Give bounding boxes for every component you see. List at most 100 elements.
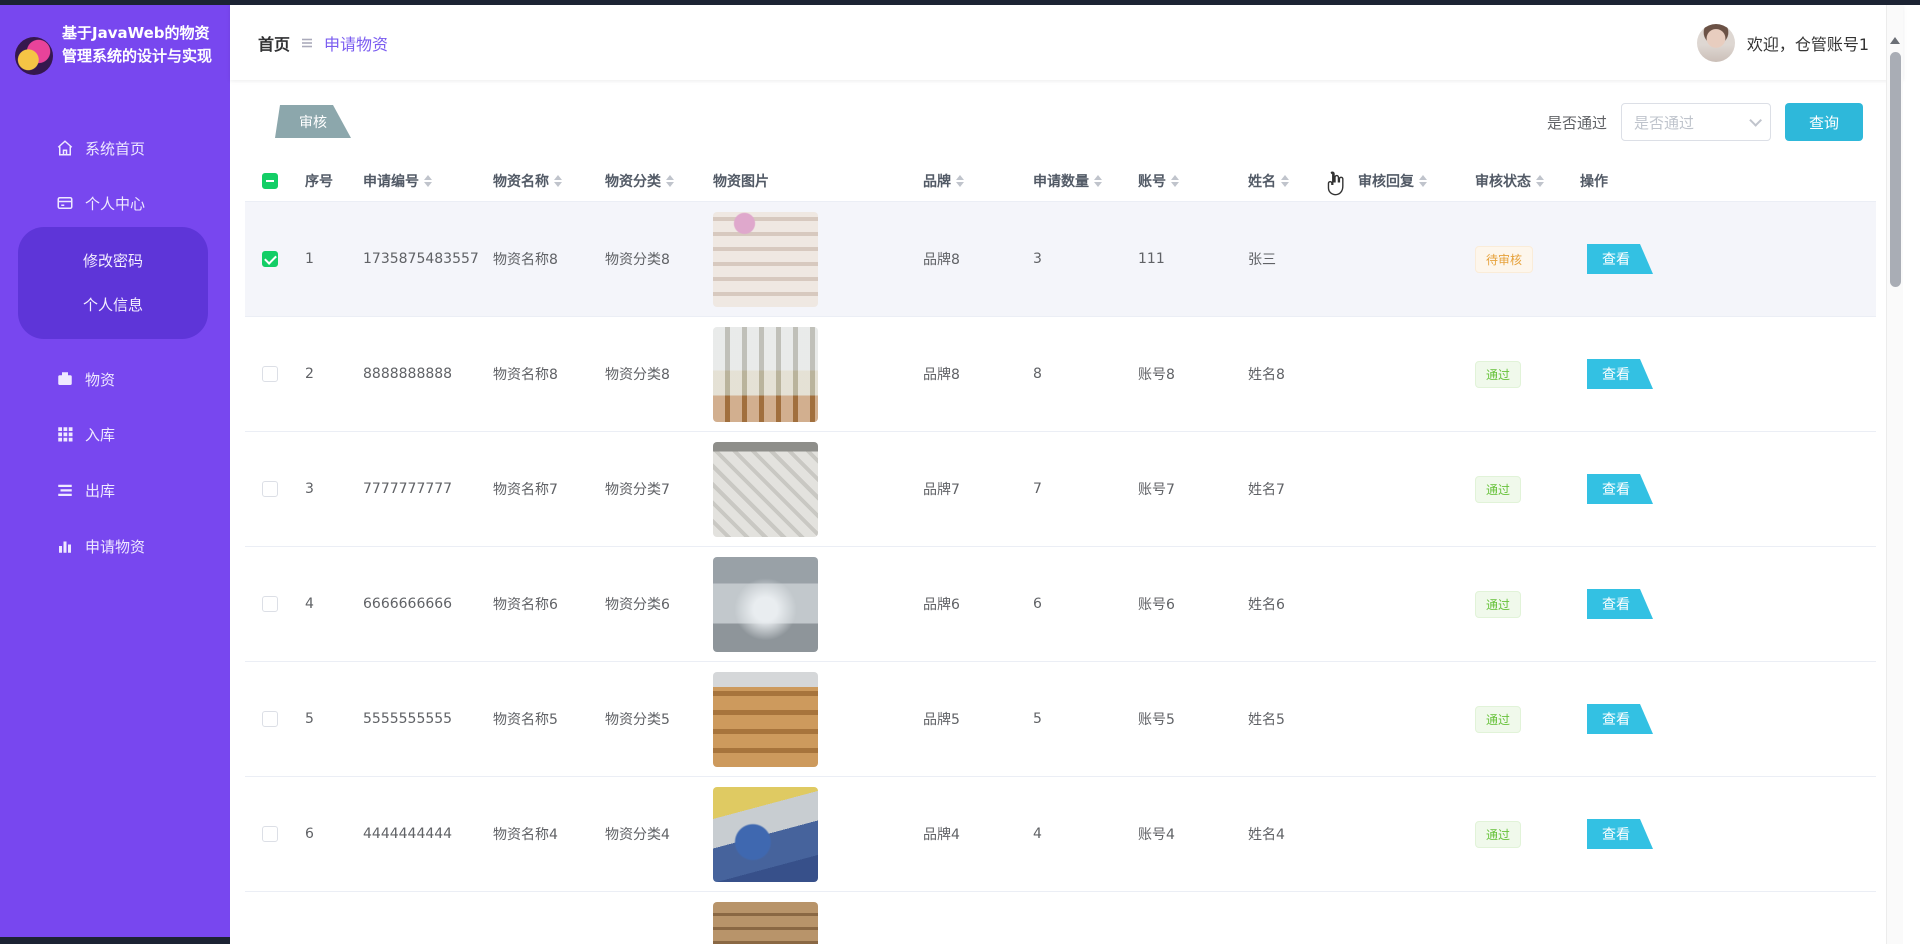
cell-category: 物资分类8 [595, 249, 703, 269]
select-all-cell [245, 173, 295, 189]
sort-icons[interactable] [666, 175, 674, 187]
sidebar-item-home[interactable]: 系统首页 [0, 128, 230, 168]
select-all-checkbox[interactable] [262, 173, 278, 189]
cell-category: 物资分类4 [595, 824, 703, 844]
cell-qty: 4 [1023, 826, 1128, 842]
cell-brand: 品牌4 [913, 824, 1023, 844]
cell-material-name: 物资名称7 [483, 479, 595, 499]
cell-apply-no: 8888888888 [353, 366, 483, 382]
view-button[interactable]: 查看 [1587, 819, 1653, 849]
cell-material-name: 物资名称5 [483, 709, 595, 729]
app-page: 基于JavaWeb的物资管理系统的设计与实现 系统首页 个人中心 修改密码 个人… [0, 0, 1920, 944]
cell-qty: 7 [1023, 481, 1128, 497]
sort-icons[interactable] [956, 175, 964, 187]
sidebar-item-label: 系统首页 [85, 138, 145, 159]
column-header[interactable]: 姓名 [1238, 171, 1348, 191]
cell-seq: 5 [295, 711, 353, 727]
worker-sorting-photo[interactable] [713, 787, 818, 882]
row-checkbox[interactable] [262, 826, 278, 842]
cell-account: 账号7 [1128, 479, 1238, 499]
topbar: 首页 申请物资 欢迎，仓管账号1 [230, 5, 1903, 80]
column-header[interactable]: 操作 [1570, 171, 1876, 191]
search-button[interactable]: 查询 [1785, 103, 1863, 141]
status-badge: 通过 [1475, 361, 1521, 388]
breadcrumb-home[interactable]: 首页 [258, 31, 290, 55]
cell-apply-no: 4444444444 [353, 826, 483, 842]
column-header[interactable]: 审核回复 [1348, 171, 1465, 191]
cell-category: 物资分类7 [595, 479, 703, 499]
select-placeholder: 是否通过 [1634, 112, 1694, 133]
warehouse-shelving-photo[interactable] [713, 902, 818, 944]
cell-brand: 品牌8 [913, 364, 1023, 384]
grain-silos-photo[interactable] [713, 327, 818, 422]
cell-brand: 品牌7 [913, 479, 1023, 499]
cell-material-name: 物资名称8 [483, 249, 595, 269]
sidebar-item-outbound[interactable]: 出库 [0, 470, 230, 510]
sort-icons[interactable] [1094, 175, 1102, 187]
view-button[interactable]: 查看 [1587, 474, 1653, 504]
cell-account: 账号6 [1128, 594, 1238, 614]
scroll-up-arrow-icon[interactable] [1890, 37, 1900, 44]
sort-icons[interactable] [1536, 175, 1544, 187]
column-header[interactable]: 审核状态 [1465, 171, 1570, 191]
column-header[interactable]: 物资图片 [703, 171, 913, 191]
table-header-row: 序号 申请编号 物资名称 物资分类 物资图片 品牌 申请数量 账号 姓名 审核回… [245, 160, 1876, 202]
status-badge: 通过 [1475, 706, 1521, 733]
sidebar-item-profile-center[interactable]: 个人中心 [0, 183, 230, 223]
profile-submenu: 修改密码 个人信息 [18, 227, 208, 339]
sidebar-item-label: 入库 [85, 424, 115, 445]
sack-pile-photo[interactable] [713, 442, 818, 537]
sidebar-item-materials[interactable]: 物资 [0, 359, 230, 399]
column-header[interactable]: 账号 [1128, 171, 1238, 191]
view-button[interactable]: 查看 [1587, 359, 1653, 389]
sidebar-item-label: 物资 [85, 369, 115, 390]
row-checkbox[interactable] [262, 251, 278, 267]
sort-icons[interactable] [1419, 175, 1427, 187]
column-header[interactable]: 申请数量 [1023, 171, 1128, 191]
sort-icons[interactable] [1281, 175, 1289, 187]
column-header[interactable]: 物资名称 [483, 171, 595, 191]
column-header[interactable]: 品牌 [913, 171, 1023, 191]
user-area: 欢迎，仓管账号1 [1697, 24, 1869, 62]
cell-person: 姓名5 [1238, 709, 1348, 729]
grid-icon [56, 425, 74, 443]
filter-bar: 是否通过 是否通过 查询 [1547, 103, 1863, 141]
row-checkbox[interactable] [262, 596, 278, 612]
vertical-scrollbar[interactable] [1886, 5, 1903, 944]
cell-category: 物资分类6 [595, 594, 703, 614]
sort-icons[interactable] [424, 175, 432, 187]
table-row: 3 7777777777 物资名称7 物资分类7 品牌7 7 账号7 姓名7 通… [245, 432, 1876, 547]
table-row: 5 5555555555 物资名称5 物资分类5 品牌5 5 账号5 姓名5 通… [245, 662, 1876, 777]
view-button[interactable]: 查看 [1587, 589, 1653, 619]
pallet-boxes-photo[interactable] [713, 672, 818, 767]
table-row [245, 892, 1876, 944]
column-header[interactable]: 申请编号 [353, 171, 483, 191]
table-row: 1 1735875483557 物资名称8 物资分类8 品牌8 3 111 张三… [245, 202, 1876, 317]
column-header[interactable]: 物资分类 [595, 171, 703, 191]
warehouse-aisle-photo[interactable] [713, 557, 818, 652]
sidebar-item-apply-materials[interactable]: 申请物资 [0, 526, 230, 566]
tab-audit[interactable]: 审核 [275, 105, 351, 138]
egg-cartons-photo[interactable] [713, 212, 818, 307]
sort-icons[interactable] [1171, 175, 1179, 187]
view-button[interactable]: 查看 [1587, 244, 1653, 274]
view-button[interactable]: 查看 [1587, 704, 1653, 734]
column-header[interactable]: 序号 [295, 171, 353, 191]
pass-filter-select[interactable]: 是否通过 [1621, 103, 1771, 141]
scrollbar-thumb[interactable] [1890, 52, 1901, 287]
sort-icons[interactable] [554, 175, 562, 187]
row-checkbox[interactable] [262, 366, 278, 382]
breadcrumb-current: 申请物资 [324, 31, 388, 55]
submenu-item-change-password[interactable]: 修改密码 [18, 243, 208, 279]
submenu-item-profile-info[interactable]: 个人信息 [18, 287, 208, 323]
user-avatar[interactable] [1697, 24, 1735, 62]
cell-brand: 品牌6 [913, 594, 1023, 614]
cell-person: 姓名8 [1238, 364, 1348, 384]
cell-category: 物资分类8 [595, 364, 703, 384]
cell-account: 111 [1128, 251, 1238, 267]
status-badge: 通过 [1475, 591, 1521, 618]
row-checkbox[interactable] [262, 481, 278, 497]
cell-person: 姓名4 [1238, 824, 1348, 844]
sidebar-item-inbound[interactable]: 入库 [0, 414, 230, 454]
row-checkbox[interactable] [262, 711, 278, 727]
